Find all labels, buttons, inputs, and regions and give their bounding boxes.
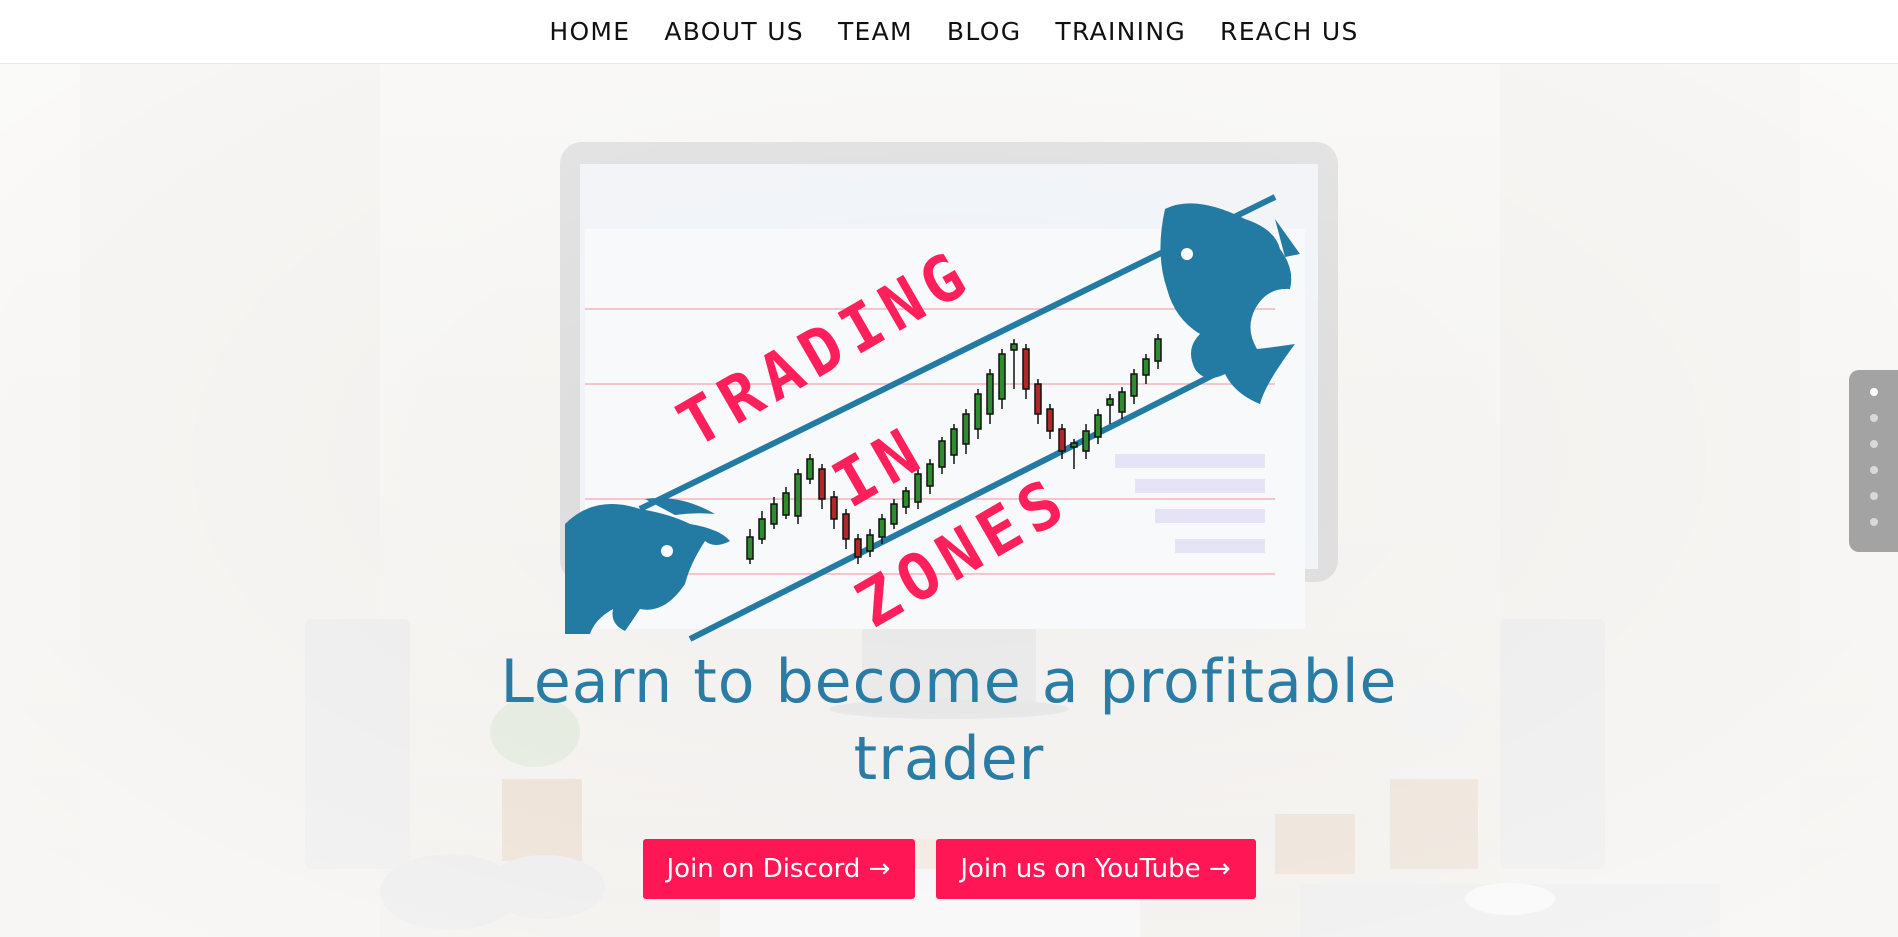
section-dot-2[interactable] <box>1869 414 1878 422</box>
section-dot-1[interactable] <box>1869 388 1878 396</box>
section-dot-3[interactable] <box>1869 440 1878 448</box>
join-discord-button[interactable]: Join on Discord → <box>642 839 915 899</box>
section-dot-5[interactable] <box>1869 492 1878 500</box>
nav-item-blog: BLOG <box>947 17 1021 46</box>
hero-headline-line1: Learn to become a profitable <box>500 647 1398 717</box>
section-nav-dots <box>1849 370 1898 552</box>
nav-item-reach-us: REACH US <box>1220 17 1359 46</box>
nav-link-reach-us[interactable]: REACH US <box>1220 17 1359 46</box>
nav-item-home: HOME <box>549 17 630 46</box>
nav-item-about-us: ABOUT US <box>664 17 804 46</box>
nav-link-about-us[interactable]: ABOUT US <box>664 17 804 46</box>
section-dot-6[interactable] <box>1869 518 1878 526</box>
nav-item-team: TEAM <box>838 17 913 46</box>
cta-button-row: Join on Discord → Join us on YouTube → <box>0 839 1898 899</box>
hero-headline-line2: trader <box>853 724 1045 794</box>
nav-link-blog[interactable]: BLOG <box>947 17 1021 46</box>
nav-menu: HOME ABOUT US TEAM BLOG TRAINING REACH U… <box>539 17 1358 46</box>
section-dot-4[interactable] <box>1869 466 1878 474</box>
top-navbar: HOME ABOUT US TEAM BLOG TRAINING REACH U… <box>0 0 1898 64</box>
join-youtube-button[interactable]: Join us on YouTube → <box>935 839 1256 899</box>
trading-in-zones-logo: TRADING IN ZONES <box>555 169 1355 649</box>
hero-section: TRADING IN ZONES Learn to become a profi… <box>0 64 1898 937</box>
logo-graphic: TRADING IN ZONES <box>565 194 1305 643</box>
nav-link-training[interactable]: TRAINING <box>1055 17 1186 46</box>
nav-link-home[interactable]: HOME <box>549 17 630 46</box>
hero-headline: Learn to become a profitable trader <box>449 644 1449 798</box>
nav-item-training: TRAINING <box>1055 17 1186 46</box>
nav-link-team[interactable]: TEAM <box>838 17 913 46</box>
